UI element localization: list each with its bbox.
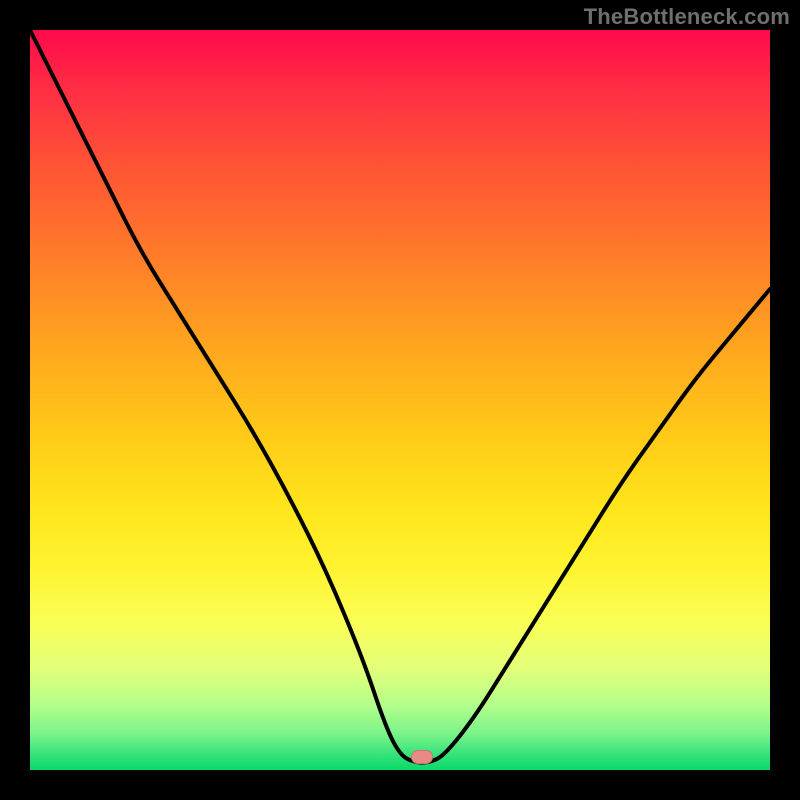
outer-frame: TheBottleneck.com — [0, 0, 800, 800]
bottleneck-curve — [30, 30, 770, 770]
plot-area — [30, 30, 770, 770]
curve-path — [30, 30, 770, 763]
watermark-text: TheBottleneck.com — [584, 4, 790, 30]
minimum-marker — [411, 750, 433, 764]
